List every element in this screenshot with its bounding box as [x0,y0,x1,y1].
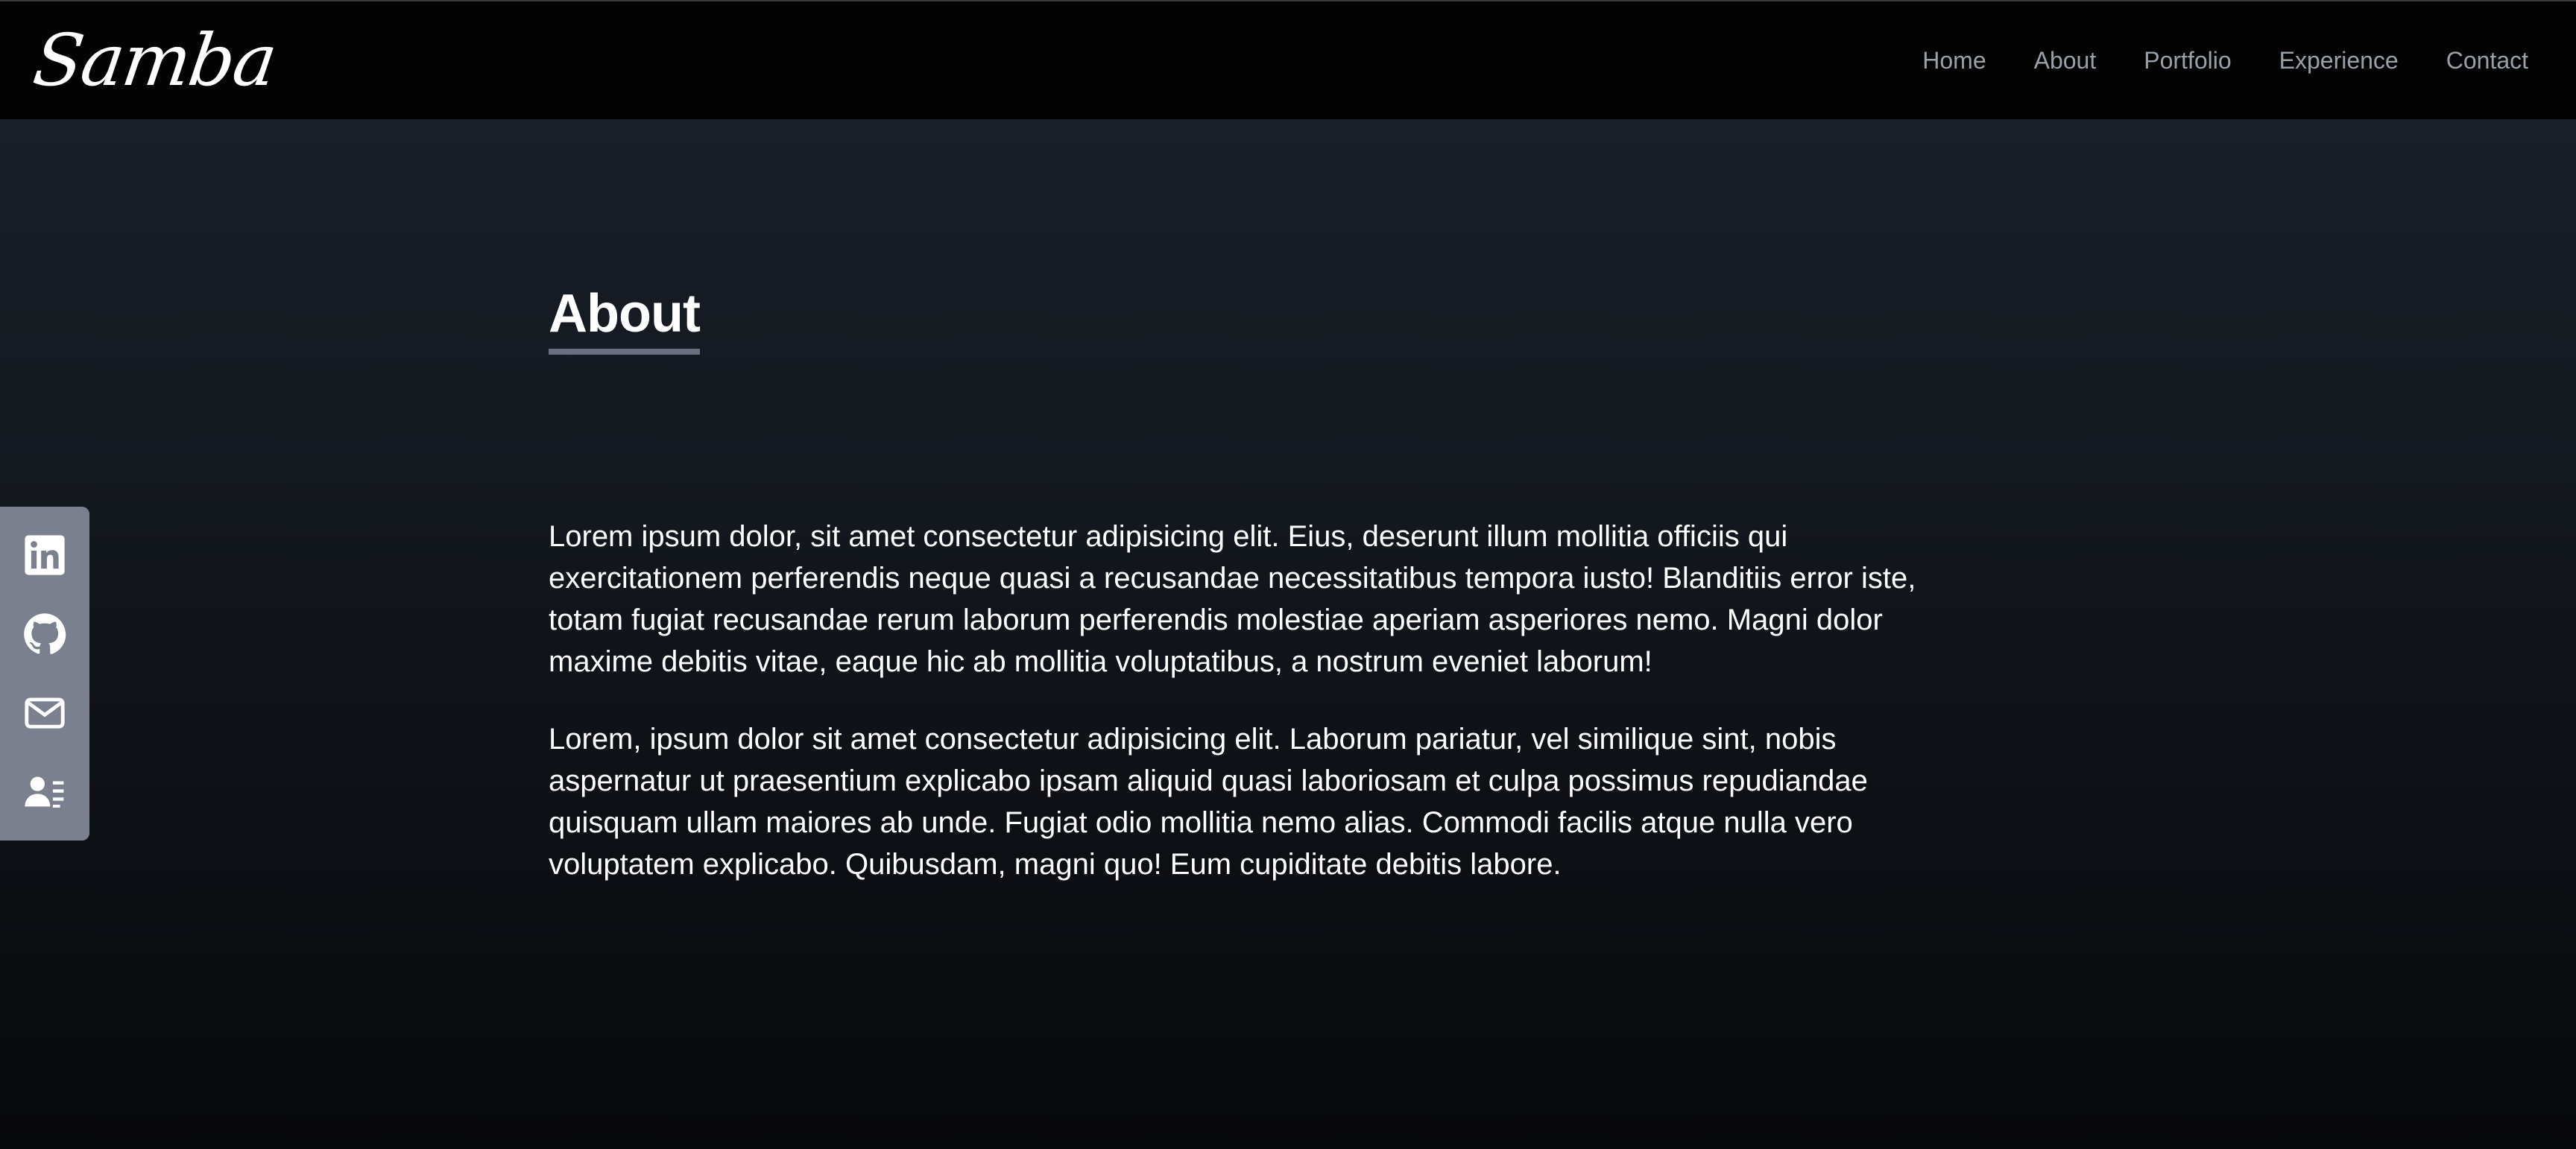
social-sidebar [0,507,89,841]
nav-link-experience[interactable]: Experience [2279,47,2399,75]
linkedin-icon[interactable] [22,533,67,577]
section-title: About [549,283,701,355]
mail-icon[interactable] [22,691,67,735]
github-icon[interactable] [22,612,67,656]
resume-icon[interactable] [22,770,67,814]
nav-link-home[interactable]: Home [1922,47,1986,75]
about-section: About Lorem ipsum dolor, sit amet consec… [549,283,1980,885]
nav-links: Home About Portfolio Experience Contact [1922,47,2528,75]
nav-link-portfolio[interactable]: Portfolio [2144,47,2231,75]
brand-logo[interactable]: Samba [28,19,280,102]
navbar: Samba Home About Portfolio Experience Co… [0,0,2576,119]
nav-link-contact[interactable]: Contact [2446,47,2528,75]
about-paragraph-2: Lorem, ipsum dolor sit amet consectetur … [549,723,1868,881]
about-paragraph-1: Lorem ipsum dolor, sit amet consectetur … [549,520,1916,678]
nav-link-about[interactable]: About [2034,47,2097,75]
